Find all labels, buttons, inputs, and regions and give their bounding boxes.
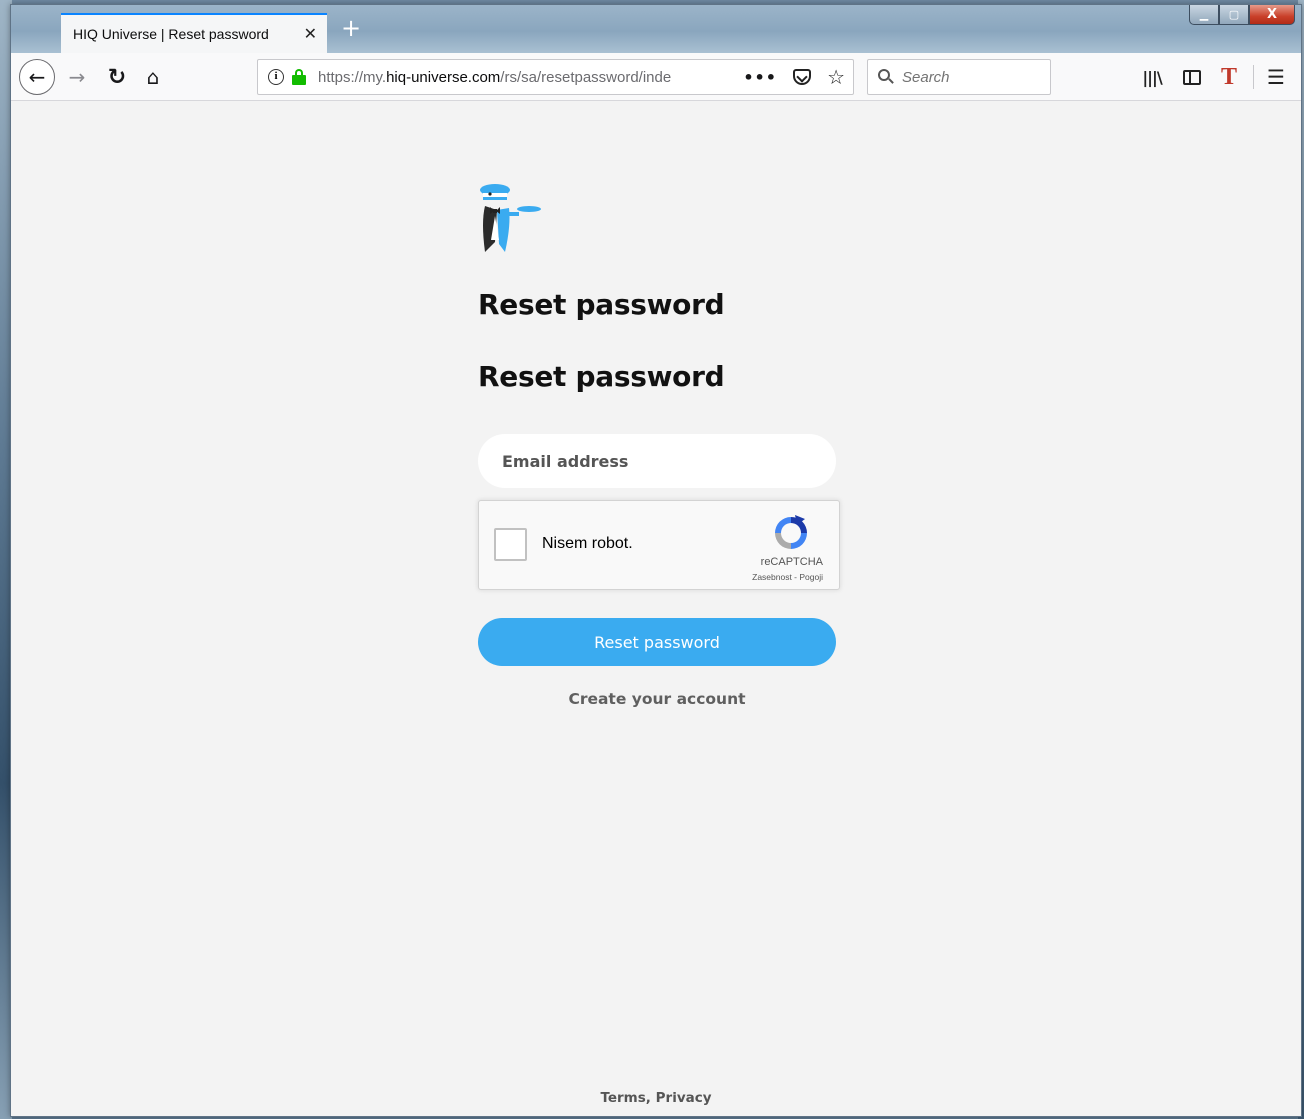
page-title: Reset password [478, 288, 725, 321]
bookmark-star-icon[interactable]: ☆ [827, 65, 845, 89]
lock-icon[interactable] [292, 69, 306, 85]
url-text[interactable]: https://my.hiq-universe.com/rs/sa/resetp… [318, 69, 718, 86]
search-bar[interactable]: Search [867, 59, 1051, 95]
library-icon[interactable]: |||\ [1141, 65, 1163, 89]
minimize-button[interactable]: ▁ [1189, 5, 1219, 25]
privacy-link[interactable]: Privacy [656, 1090, 712, 1106]
terms-link[interactable]: Terms [600, 1090, 645, 1106]
pocket-icon[interactable] [793, 69, 811, 85]
search-placeholder: Search [902, 68, 950, 86]
footer-separator: , [645, 1090, 656, 1106]
email-field[interactable] [478, 434, 836, 488]
recaptcha-label: Nisem robot. [542, 535, 633, 552]
new-tab-button[interactable]: + [337, 15, 365, 43]
close-window-button[interactable]: X [1249, 5, 1295, 25]
form-title: Reset password [478, 360, 725, 393]
info-icon[interactable]: i [268, 69, 284, 85]
create-account-link[interactable]: Create your account [478, 690, 836, 708]
search-icon [878, 69, 894, 85]
recaptcha-privacy-terms-link[interactable]: Zasebnost - Pogoji [479, 572, 823, 582]
reset-password-button[interactable]: Reset password [478, 618, 836, 666]
t-extension-icon[interactable]: T [1217, 64, 1241, 90]
back-arrow-icon[interactable]: ← [19, 59, 55, 95]
page-content: Reset password Reset password Nisem robo… [11, 102, 1301, 1116]
recaptcha-widget: Nisem robot. reCAPTCHA Zasebnost - Pogoj… [478, 500, 840, 590]
tab-close-icon[interactable]: ✕ [304, 24, 317, 43]
sidebar-icon[interactable] [1181, 65, 1203, 89]
url-prefix: https://my. [318, 68, 387, 86]
hamburger-menu-icon[interactable]: ☰ [1265, 65, 1287, 89]
url-path: /rs/sa/resetpassword/inde [500, 68, 672, 86]
reload-icon[interactable]: ↻ [103, 63, 131, 91]
tab-bar: HIQ Universe | Reset password ✕ + ▁ ▢ X [11, 5, 1301, 53]
forward-arrow-icon[interactable]: → [63, 63, 91, 91]
navigation-toolbar: ← → ↻ ⌂ i https://my.hiq-universe.com/rs… [11, 53, 1301, 101]
url-domain: hiq-universe.com [386, 68, 501, 86]
tab-title: HIQ Universe | Reset password [73, 26, 269, 42]
footer: Terms, Privacy [11, 1090, 1301, 1106]
maximize-button[interactable]: ▢ [1219, 5, 1249, 25]
window-controls: ▁ ▢ X [1189, 5, 1295, 25]
tab-active[interactable]: HIQ Universe | Reset password ✕ [61, 13, 327, 53]
home-icon[interactable]: ⌂ [139, 63, 167, 91]
toolbar-separator [1253, 65, 1254, 89]
recaptcha-brand: reCAPTCHA [760, 556, 823, 568]
hiq-butler-logo-icon [480, 184, 541, 252]
recaptcha-logo-icon [775, 515, 807, 549]
page-actions-icon[interactable]: ••• [743, 68, 777, 87]
browser-window: HIQ Universe | Reset password ✕ + ▁ ▢ X … [10, 4, 1302, 1117]
url-bar[interactable]: i https://my.hiq-universe.com/rs/sa/rese… [257, 59, 854, 95]
